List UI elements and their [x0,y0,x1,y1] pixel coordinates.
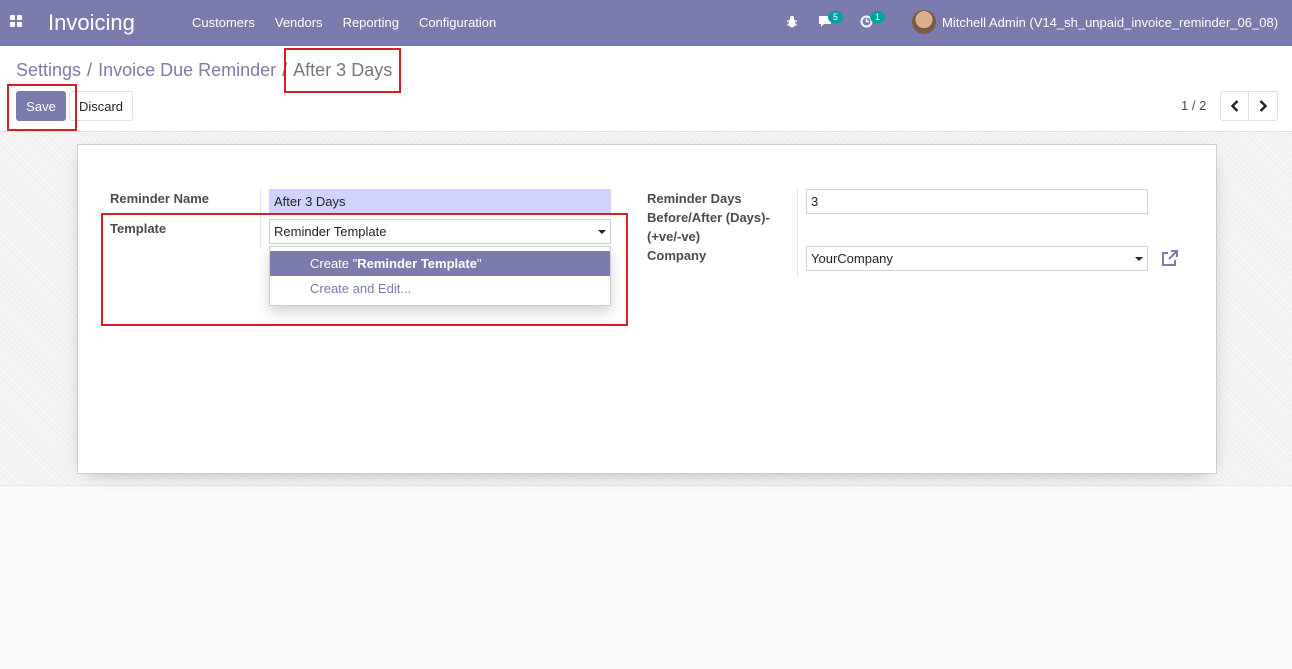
main-menu: Customers Vendors Reporting Configuratio… [192,15,516,30]
reminder-days-label: Reminder Days Before/After (Days)- (+ve/… [647,189,770,265]
company-label: Company [647,248,707,263]
field-separator [797,188,798,278]
chevron-left-icon [1231,100,1239,112]
activities-badge: 1 [870,11,886,23]
highlight-save-button [7,84,77,131]
chevron-right-icon [1259,100,1267,112]
reminder-days-input[interactable]: 3 [806,189,1148,214]
messages-badge: 5 [828,11,844,23]
pager-next-button[interactable] [1248,91,1278,121]
control-panel: Settings / Invoice Due Reminder / After 3 Da… [0,46,1292,132]
breadcrumb-settings[interactable]: Settings [16,60,81,80]
highlight-breadcrumb-current [284,48,401,93]
apps-icon[interactable] [10,15,22,27]
discard-button[interactable]: Discard [69,91,133,121]
reminder-name-input[interactable]: After 3 Days [269,189,611,214]
messaging-menu[interactable]: 5 [818,11,844,32]
app-title[interactable]: Invoicing [48,10,135,36]
reminder-days-label-line-2: Before/After (Days)- [647,210,770,225]
bug-icon[interactable] [786,15,798,29]
activity-menu[interactable]: 1 [860,11,886,32]
caret-down-icon[interactable] [1135,257,1143,261]
pager-value: 1 / 2 [1181,98,1207,113]
reminder-name-label: Reminder Name [110,191,209,206]
pager-previous-button[interactable] [1220,91,1250,121]
breadcrumb-invoice-due-reminder[interactable]: Invoice Due Reminder [98,60,276,80]
breadcrumb-separator: / [87,60,93,80]
menu-reporting[interactable]: Reporting [343,15,399,30]
menu-vendors[interactable]: Vendors [275,15,323,30]
reminder-days-label-line-1: Reminder Days [647,191,742,206]
user-menu[interactable]: Mitchell Admin (V14_sh_unpaid_invoice_re… [942,15,1278,30]
company-select[interactable]: YourCompany [806,246,1148,271]
company-select-value: YourCompany [811,251,893,266]
menu-customers[interactable]: Customers [192,15,255,30]
top-navbar: Invoicing Customers Vendors Reporting Co… [0,0,1292,46]
external-link-icon[interactable] [1160,249,1179,268]
avatar[interactable] [912,10,936,34]
menu-configuration[interactable]: Configuration [419,15,496,30]
highlight-template-field [101,213,628,326]
reminder-days-label-line-3: (+ve/-ve) [647,229,701,244]
